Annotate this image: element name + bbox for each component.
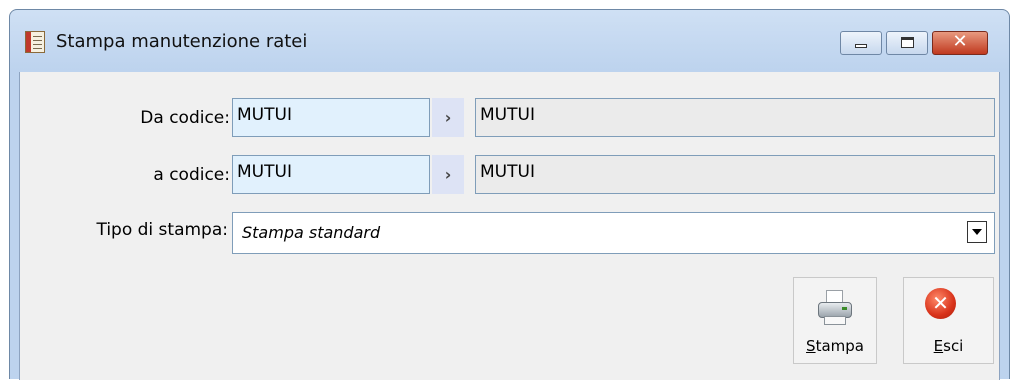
close-circle-icon: ✕ xyxy=(925,288,956,319)
stampa-label: Stampa xyxy=(806,337,864,355)
da-codice-label: Da codice: xyxy=(140,108,230,128)
minimize-button[interactable] xyxy=(840,31,882,55)
a-codice-label: a codice: xyxy=(153,165,230,185)
minimize-icon xyxy=(855,44,867,48)
da-codice-input[interactable]: MUTUI xyxy=(232,98,430,137)
close-window-button[interactable]: ✕ xyxy=(932,31,988,55)
app-window: Stampa manutenzione ratei ✕ Da codice: M… xyxy=(9,9,1010,380)
da-codice-description: MUTUI xyxy=(475,98,995,137)
window-title: Stampa manutenzione ratei xyxy=(56,31,308,52)
dropdown-button[interactable] xyxy=(967,221,987,243)
document-icon xyxy=(25,31,45,53)
title-bar[interactable]: Stampa manutenzione ratei ✕ xyxy=(10,10,1009,72)
a-codice-input[interactable]: MUTUI xyxy=(232,155,430,194)
tipo-stampa-label: Tipo di stampa: xyxy=(96,220,228,240)
maximize-button[interactable] xyxy=(886,31,928,55)
da-codice-zoom-button[interactable]: › xyxy=(432,98,464,137)
form-panel: Da codice: MUTUI › MUTUI a codice: MUTUI… xyxy=(19,72,1000,380)
esci-button[interactable]: ✕ Esci xyxy=(903,277,994,364)
tipo-stampa-select[interactable]: Stampa standard xyxy=(232,212,995,254)
close-icon: ✕ xyxy=(952,31,968,52)
tipo-stampa-value: Stampa standard xyxy=(242,223,381,242)
stampa-button[interactable]: Stampa xyxy=(793,277,877,364)
chevron-down-icon xyxy=(972,229,982,235)
maximize-icon xyxy=(901,37,914,48)
a-codice-description: MUTUI xyxy=(475,155,995,194)
a-codice-zoom-button[interactable]: › xyxy=(432,155,464,194)
printer-icon xyxy=(818,290,852,326)
esci-label: Esci xyxy=(933,337,964,355)
